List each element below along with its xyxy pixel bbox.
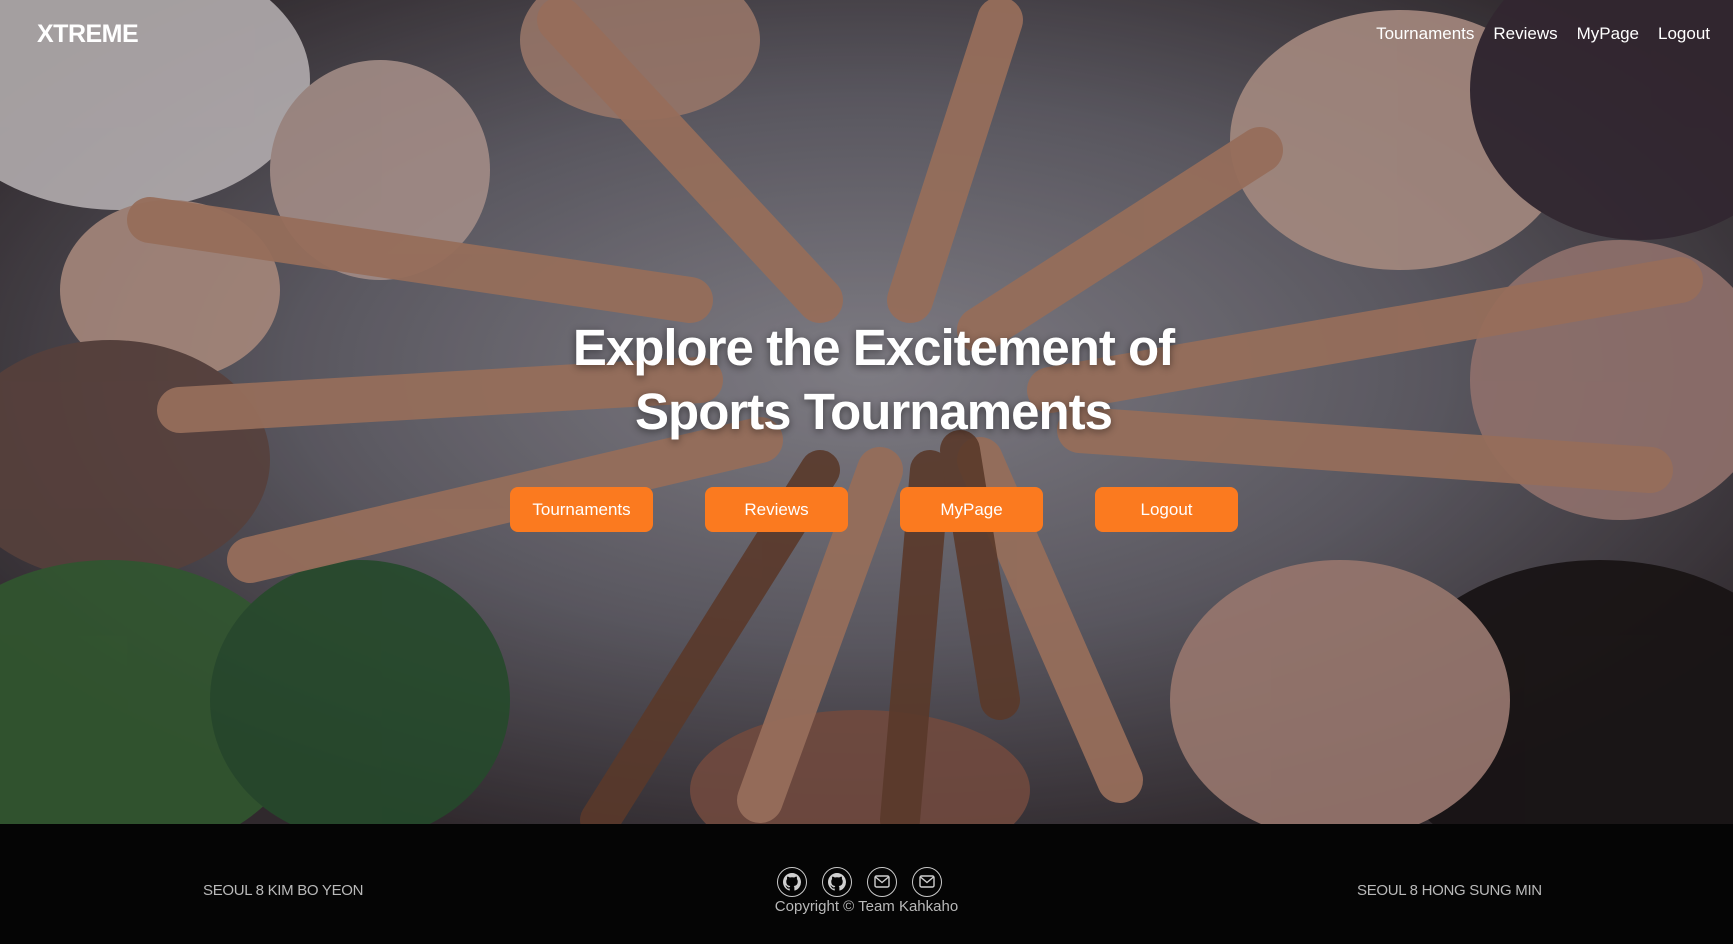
mail-icon[interactable] bbox=[867, 867, 897, 897]
hero-section: XTREME Tournaments Reviews MyPage Logout… bbox=[0, 0, 1733, 824]
footer-right-credit: SEOUL 8 HONG SUNG MIN bbox=[1357, 882, 1542, 899]
copyright-text: Copyright © Team Kahkaho bbox=[774, 898, 959, 915]
github-icon[interactable] bbox=[777, 867, 807, 897]
hero-buttons: Tournaments Reviews MyPage Logout bbox=[510, 487, 1238, 532]
hero-title-line-2: Sports Tournaments bbox=[635, 383, 1113, 440]
mail-icon[interactable] bbox=[912, 867, 942, 897]
hero-title-line-1: Explore the Excitement of bbox=[572, 319, 1175, 376]
nav-logout[interactable]: Logout bbox=[1658, 24, 1710, 44]
nav-tournaments[interactable]: Tournaments bbox=[1376, 24, 1474, 44]
tournaments-button[interactable]: Tournaments bbox=[510, 487, 653, 532]
hero-title: Explore the Excitement of Sports Tournam… bbox=[466, 316, 1281, 444]
reviews-button[interactable]: Reviews bbox=[705, 487, 848, 532]
logo[interactable]: XTREME bbox=[37, 20, 139, 49]
logout-button[interactable]: Logout bbox=[1095, 487, 1238, 532]
github-icon[interactable] bbox=[822, 867, 852, 897]
mypage-button[interactable]: MyPage bbox=[900, 487, 1043, 532]
nav-reviews[interactable]: Reviews bbox=[1493, 24, 1557, 44]
nav-mypage[interactable]: MyPage bbox=[1577, 24, 1639, 44]
footer-icons bbox=[777, 867, 942, 897]
top-nav: Tournaments Reviews MyPage Logout bbox=[1376, 24, 1710, 44]
footer: SEOUL 8 KIM BO YEON Copyright © Team Kah… bbox=[0, 824, 1733, 944]
footer-left-credit: SEOUL 8 KIM BO YEON bbox=[203, 882, 364, 899]
